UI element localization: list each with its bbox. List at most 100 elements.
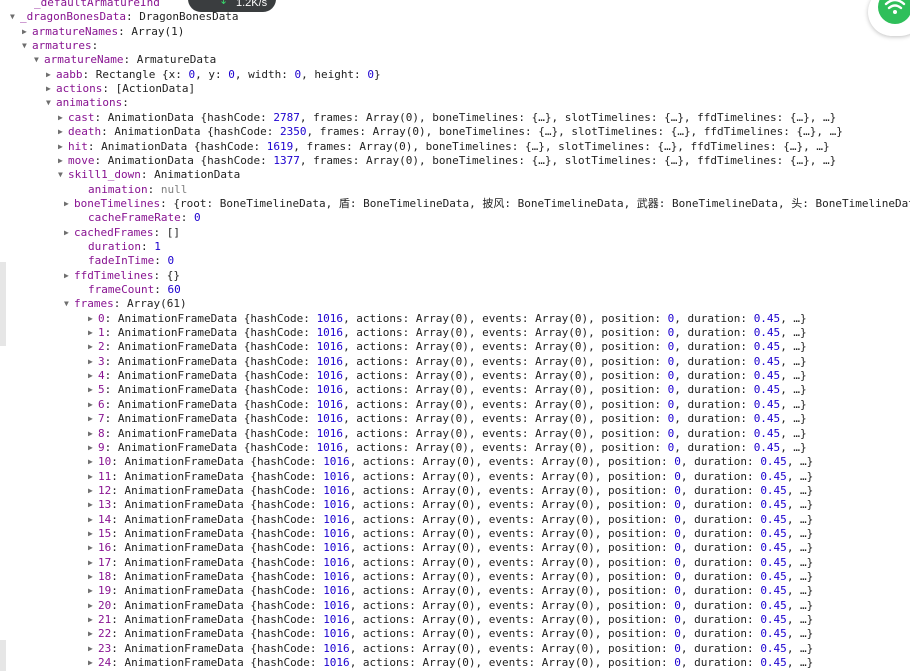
expand-triangle-closed-icon[interactable]: ▶ [88,369,98,383]
expand-triangle-closed-icon[interactable]: ▶ [88,541,98,555]
tree-row[interactable]: ▶ boneTimelines: {root: BoneTimelineData,… [64,197,910,211]
property-value: AnimationFrameData {hashCode: [117,369,317,383]
frame-row[interactable]: ▶ 18: AnimationFrameData {hashCode: 1016,… [88,570,813,584]
frame-row[interactable]: ▶ 17: AnimationFrameData {hashCode: 1016,… [88,556,813,570]
property-key: 15 [98,526,112,540]
expand-triangle-closed-icon[interactable]: ▶ [22,25,32,39]
property-key: animation [88,182,148,196]
expand-triangle-closed-icon[interactable]: ▶ [88,627,98,641]
frame-row[interactable]: ▶ 12: AnimationFrameData {hashCode: 1016,… [88,484,813,498]
frame-row[interactable]: ▶ 5: AnimationFrameData {hashCode: 1016, … [88,383,807,397]
expand-triangle-open-icon[interactable]: ▼ [34,53,44,67]
tree-row[interactable]: ▶ cast: AnimationData {hashCode: 2787, fr… [58,111,836,125]
property-value: , duration: [674,440,754,454]
expand-triangle-closed-icon[interactable]: ▶ [88,398,98,412]
expand-triangle-closed-icon[interactable]: ▶ [58,140,68,154]
tree-row[interactable]: ▶ armatureNames: Array(1) [22,25,184,39]
frame-row[interactable]: ▶ 8: AnimationFrameData {hashCode: 1016, … [88,427,807,441]
tree-row[interactable]: ▼ armatures: [22,39,98,53]
expand-triangle-closed-icon[interactable]: ▶ [88,340,98,354]
expand-triangle-open-icon[interactable]: ▼ [46,96,56,110]
tree-row[interactable]: ▶ cachedFrames: [] [64,226,180,240]
tree-row[interactable]: ▼ frames: Array(61) [64,297,187,311]
expand-triangle-closed-icon[interactable]: ▶ [64,269,74,283]
expand-triangle-closed-icon[interactable]: ▶ [88,312,98,326]
frame-row[interactable]: ▶ 13: AnimationFrameData {hashCode: 1016,… [88,498,813,512]
expand-triangle-closed-icon[interactable]: ▶ [58,154,68,168]
frame-row[interactable]: ▶ 14: AnimationFrameData {hashCode: 1016,… [88,513,813,527]
expand-triangle-closed-icon[interactable]: ▶ [58,111,68,125]
tree-row[interactable]: ▶ ffdTimelines: {} [64,269,180,283]
expand-triangle-closed-icon[interactable]: ▶ [88,599,98,613]
property-value: AnimationFrameData {hashCode: [124,570,324,583]
expand-triangle-closed-icon[interactable]: ▶ [58,125,68,139]
expand-triangle-closed-icon[interactable]: ▶ [88,427,98,441]
tree-row[interactable]: ▼ skill1_down: AnimationData [58,168,240,182]
expand-triangle-closed-icon[interactable]: ▶ [88,656,98,670]
expand-triangle-closed-icon[interactable]: ▶ [64,226,74,240]
expand-triangle-closed-icon[interactable]: ▶ [46,82,56,96]
frame-row[interactable]: ▶ 4: AnimationFrameData {hashCode: 1016, … [88,369,807,383]
property-value: 0 [674,541,681,555]
property-value: 0.45 [753,426,781,440]
frame-row[interactable]: ▶ 23: AnimationFrameData {hashCode: 1016,… [88,642,813,656]
frame-row[interactable]: ▶ 11: AnimationFrameData {hashCode: 1016,… [88,470,813,484]
tree-row[interactable]: ▶ move: AnimationData {hashCode: 1377, fr… [58,154,836,168]
property-value: : [94,110,108,124]
expand-triangle-closed-icon[interactable]: ▶ [88,355,98,369]
frame-row[interactable]: ▶ 3: AnimationFrameData {hashCode: 1016, … [88,355,807,369]
frame-row[interactable]: ▶ 24: AnimationFrameData {hashCode: 1016,… [88,656,813,670]
expand-triangle-closed-icon[interactable]: ▶ [88,556,98,570]
property-value: , frames: Array(0), boneTimelines: {…}, … [299,153,837,167]
frame-row[interactable]: ▶ 20: AnimationFrameData {hashCode: 1016,… [88,599,813,613]
tree-row[interactable]: ▶ actions: [ActionData] [46,82,195,96]
expand-triangle-closed-icon[interactable]: ▶ [88,498,98,512]
frame-row[interactable]: ▶ 19: AnimationFrameData {hashCode: 1016,… [88,584,813,598]
property-value: : [122,96,129,110]
frame-row[interactable]: ▶ 7: AnimationFrameData {hashCode: 1016, … [88,412,807,426]
frame-row[interactable]: ▶ 1: AnimationFrameData {hashCode: 1016, … [88,326,807,340]
expand-triangle-closed-icon[interactable]: ▶ [88,570,98,584]
tree-row[interactable]: ▼ _dragonBonesData: DragonBonesData [10,10,239,24]
expand-triangle-open-icon[interactable]: ▼ [58,168,68,182]
expand-triangle-closed-icon[interactable]: ▶ [64,197,74,211]
expand-triangle-closed-icon[interactable]: ▶ [88,513,98,527]
frame-row[interactable]: ▶ 6: AnimationFrameData {hashCode: 1016, … [88,398,807,412]
frame-row[interactable]: ▶ 16: AnimationFrameData {hashCode: 1016,… [88,541,813,555]
expand-triangle-closed-icon[interactable]: ▶ [88,455,98,469]
frame-row[interactable]: ▶ 22: AnimationFrameData {hashCode: 1016,… [88,627,813,641]
frame-row[interactable]: ▶ 0: AnimationFrameData {hashCode: 1016, … [88,312,807,326]
expand-triangle-closed-icon[interactable]: ▶ [88,484,98,498]
frame-row[interactable]: ▶ 9: AnimationFrameData {hashCode: 1016, … [88,441,807,455]
scrollbar-track-strip[interactable] [0,262,6,346]
property-value: [ActionData] [115,82,196,96]
frame-row[interactable]: ▶ 2: AnimationFrameData {hashCode: 1016, … [88,340,807,354]
scrollbar-track-strip-lower[interactable] [0,640,6,671]
wifi-icon[interactable] [878,0,910,24]
frame-row[interactable]: ▶ 15: AnimationFrameData {hashCode: 1016,… [88,527,813,541]
expand-triangle-open-icon[interactable]: ▼ [64,297,74,311]
expand-triangle-closed-icon[interactable]: ▶ [88,470,98,484]
expand-triangle-closed-icon[interactable]: ▶ [88,527,98,541]
expand-triangle-closed-icon[interactable]: ▶ [88,412,98,426]
tree-row[interactable]: ▼ animations: [46,96,129,110]
expand-triangle-closed-icon[interactable]: ▶ [88,584,98,598]
tree-row[interactable]: ▶ aabb: Rectangle {x: 0, y: 0, width: 0, … [46,68,381,82]
tree-row[interactable]: ▼ armatureName: ArmatureData [34,53,216,67]
expand-triangle-closed-icon[interactable]: ▶ [88,642,98,656]
expand-triangle-open-icon[interactable]: ▼ [10,10,20,24]
property-key: 8 [98,426,105,440]
property-key: 4 [98,369,105,383]
expand-triangle-closed-icon[interactable]: ▶ [88,441,98,455]
expand-triangle-closed-icon[interactable]: ▶ [88,613,98,627]
property-value: Array(1) [131,24,185,38]
expand-triangle-closed-icon[interactable]: ▶ [46,68,56,82]
expand-triangle-open-icon[interactable]: ▼ [22,39,32,53]
tree-row[interactable]: ▶ death: AnimationData {hashCode: 2350, f… [58,125,843,139]
property-key: armatures [32,39,92,53]
frame-row[interactable]: ▶ 21: AnimationFrameData {hashCode: 1016,… [88,613,813,627]
tree-row[interactable]: ▶ hit: AnimationData {hashCode: 1619, fra… [58,140,830,154]
expand-triangle-closed-icon[interactable]: ▶ [88,383,98,397]
frame-row[interactable]: ▶ 10: AnimationFrameData {hashCode: 1016,… [88,455,813,469]
expand-triangle-closed-icon[interactable]: ▶ [88,326,98,340]
